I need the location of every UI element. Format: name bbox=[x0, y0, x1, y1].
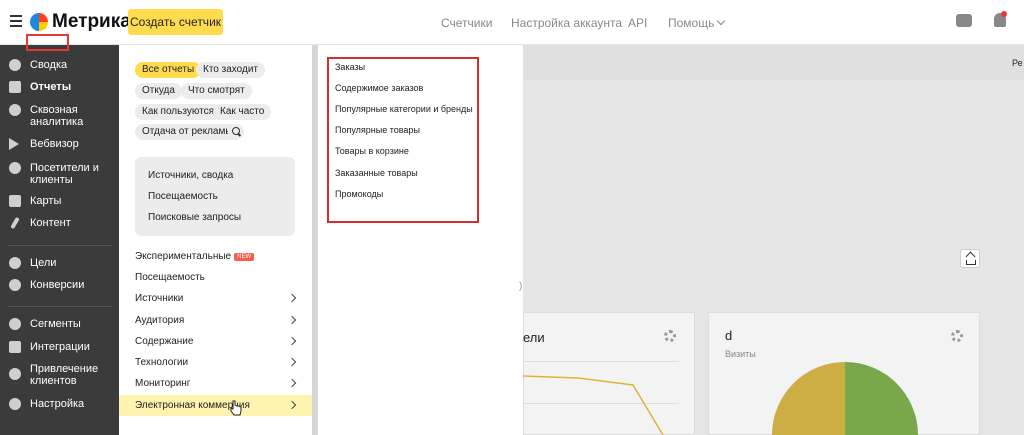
main-header-bar bbox=[523, 45, 1024, 80]
top-bar: Метрика Создать счетчик Счетчики Настрой… bbox=[0, 0, 1024, 45]
card-left-title: ели bbox=[523, 330, 545, 345]
menu-icon[interactable] bbox=[10, 15, 22, 27]
menu-item-label: Экспериментальные bbox=[135, 251, 232, 262]
menu-item-audience[interactable]: Аудитория bbox=[119, 310, 312, 331]
menu-item-label: Аудитория bbox=[135, 315, 185, 326]
submenu-item-orders[interactable]: Заказы bbox=[335, 62, 365, 72]
menu-item-sources[interactable]: Источники bbox=[119, 288, 312, 309]
chevron-right-icon bbox=[287, 357, 297, 367]
chevron-right-icon bbox=[287, 400, 297, 410]
card-right-subtitle: Визиты bbox=[725, 349, 756, 359]
nav-api[interactable]: API bbox=[628, 16, 647, 30]
hand-cursor-icon bbox=[230, 400, 242, 416]
menu-item-label: Посещаемость bbox=[135, 272, 205, 283]
submenu-item-promocodes[interactable]: Промокоды bbox=[335, 189, 383, 199]
filter-who-visits[interactable]: Кто заходит bbox=[196, 62, 266, 78]
menu-item-label: Мониторинг bbox=[135, 378, 191, 389]
sidebar-item-conversions[interactable]: Конверсии bbox=[0, 279, 119, 291]
pie-slice-yellow bbox=[772, 362, 845, 435]
menu-item-traffic[interactable]: Посещаемость bbox=[119, 267, 312, 288]
submenu-item-popular-products[interactable]: Популярные товары bbox=[335, 125, 420, 135]
pie-slice-green bbox=[845, 362, 918, 435]
menu-item-label: Технологии bbox=[135, 357, 189, 368]
filter-what-they-view[interactable]: Что смотрят bbox=[181, 83, 252, 99]
nav-counters[interactable]: Счетчики bbox=[441, 16, 492, 30]
pie-chart bbox=[772, 362, 918, 435]
filter-how-they-use[interactable]: Как пользуются bbox=[135, 104, 221, 120]
sidebar-divider bbox=[8, 306, 112, 307]
main-header-text: Ре bbox=[1012, 58, 1023, 68]
sidebar-item-maps[interactable]: Карты bbox=[0, 195, 119, 207]
quick-link-search-queries[interactable]: Поисковые запросы bbox=[148, 212, 241, 223]
card-right-title: d bbox=[725, 328, 733, 343]
filter-all-reports[interactable]: Все отчеты bbox=[135, 62, 202, 78]
chevron-right-icon bbox=[287, 378, 297, 388]
nav-help[interactable]: Помощь bbox=[668, 16, 726, 30]
truncated-text: ) bbox=[519, 281, 523, 292]
quick-link-sources-summary[interactable]: Источники, сводка bbox=[148, 170, 233, 181]
sidebar-item-goals[interactable]: Цели bbox=[0, 257, 119, 269]
menu-item-label: Источники bbox=[135, 293, 184, 304]
gridline bbox=[523, 361, 679, 362]
sidebar-item-content[interactable]: Контент bbox=[0, 217, 119, 229]
reports-highlight-box bbox=[26, 34, 69, 51]
submenu-item-order-contents[interactable]: Содержимое заказов bbox=[335, 83, 423, 93]
sidebar-divider bbox=[8, 245, 112, 246]
chevron-right-icon bbox=[287, 336, 297, 346]
chevron-right-icon bbox=[287, 293, 297, 303]
sidebar-item-reports[interactable]: Отчеты bbox=[0, 81, 119, 93]
menu-item-content[interactable]: Содержание bbox=[119, 331, 312, 352]
menu-item-technologies[interactable]: Технологии bbox=[119, 352, 312, 373]
export-icon[interactable] bbox=[960, 249, 980, 268]
card-right-gear-icon[interactable] bbox=[951, 330, 963, 342]
chat-icon[interactable] bbox=[956, 14, 972, 27]
search-icon[interactable] bbox=[228, 124, 244, 140]
line-chart bbox=[523, 375, 664, 435]
filter-where-from[interactable]: Откуда bbox=[135, 83, 182, 99]
sidebar-item-end-to-end-analytics[interactable]: Сквозная аналитика bbox=[0, 104, 100, 128]
quick-link-traffic[interactable]: Посещаемость bbox=[148, 191, 218, 202]
sidebar-item-integrations[interactable]: Интеграции bbox=[0, 341, 119, 353]
menu-item-monitoring[interactable]: Мониторинг bbox=[119, 373, 312, 394]
filter-ad-return[interactable]: Отдача от рекламы bbox=[135, 124, 240, 140]
filter-how-often[interactable]: Как часто bbox=[213, 104, 272, 120]
new-badge: NEW bbox=[234, 253, 255, 261]
line-series bbox=[523, 375, 664, 435]
sidebar-item-segments[interactable]: Сегменты bbox=[0, 318, 119, 330]
notification-dot bbox=[1001, 11, 1007, 17]
nav-help-label: Помощь bbox=[668, 16, 715, 30]
create-counter-button[interactable]: Создать счетчик bbox=[128, 9, 223, 35]
sidebar-item-summary[interactable]: Сводка bbox=[0, 59, 119, 71]
submenu-item-cart-products[interactable]: Товары в корзине bbox=[335, 146, 409, 156]
chevron-right-icon bbox=[287, 315, 297, 325]
sidebar-item-settings[interactable]: Настройка bbox=[0, 398, 119, 410]
chevron-down-icon bbox=[717, 16, 726, 26]
metrika-logo-icon bbox=[30, 13, 48, 31]
card-left-gear-icon[interactable] bbox=[664, 330, 676, 342]
menu-item-label: Содержание bbox=[135, 336, 194, 347]
submenu-item-ordered-products[interactable]: Заказанные товары bbox=[335, 168, 418, 178]
nav-account-settings[interactable]: Настройка аккаунта bbox=[511, 16, 622, 30]
submenu-item-popular-categories[interactable]: Популярные категории и бренды bbox=[335, 104, 473, 114]
sidebar-item-client-acquisition[interactable]: Привлечение клиентов bbox=[0, 363, 100, 387]
sidebar-item-webvisor[interactable]: Вебвизор bbox=[0, 138, 119, 150]
app-title[interactable]: Метрика bbox=[52, 11, 131, 33]
sidebar-item-visitors[interactable]: Посетители и клиенты bbox=[0, 162, 100, 186]
menu-item-experimental[interactable]: Экспериментальные NEW bbox=[119, 246, 312, 267]
menu-item-ecommerce[interactable]: Электронная коммерция bbox=[119, 395, 312, 416]
